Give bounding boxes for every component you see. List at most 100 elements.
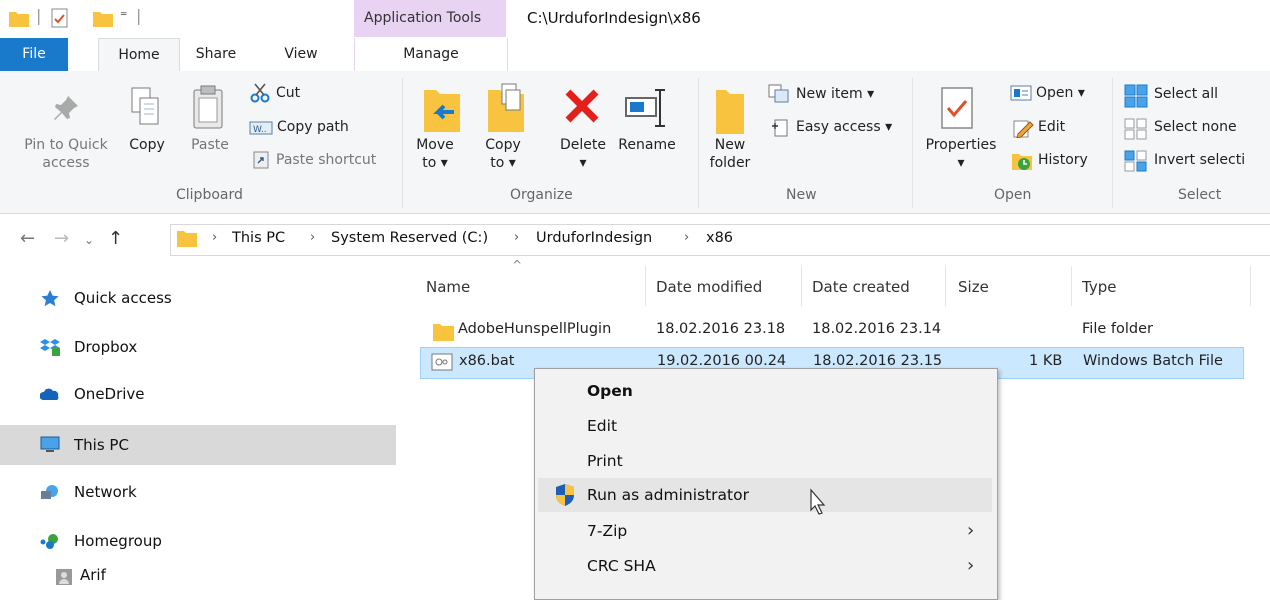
tab-home[interactable]: Home	[98, 38, 180, 73]
properties-button[interactable]: Properties ▾	[918, 136, 1004, 172]
easy-access-button[interactable]: Easy access ▾	[796, 119, 892, 135]
delete-icon	[565, 89, 599, 123]
dropbox-icon	[40, 339, 60, 356]
paste-button[interactable]: Paste	[186, 136, 234, 154]
delete-label: Delete	[560, 137, 606, 153]
delete-dropdown-arrow: ▾	[579, 155, 587, 171]
file-date-modified: 19.02.2016 00.24	[657, 353, 787, 369]
column-header-size[interactable]: Size	[958, 278, 989, 296]
column-header-name[interactable]: Name	[426, 278, 470, 296]
breadcrumb-x86[interactable]: x86	[706, 230, 733, 246]
column-header-date-modified[interactable]: Date modified	[656, 278, 762, 296]
column-header-type[interactable]: Type	[1082, 278, 1116, 296]
column-header-date-created[interactable]: Date created	[812, 278, 910, 296]
pin-label-2: access	[42, 155, 90, 171]
context-menu-run-as-administrator[interactable]: Run as administrator	[538, 478, 992, 512]
history-button[interactable]: History	[1038, 152, 1088, 168]
sidebar-item-homegroup[interactable]: Homegroup	[0, 521, 396, 561]
delete-button[interactable]: Delete ▾	[552, 136, 614, 172]
folder-icon	[177, 231, 197, 247]
up-arrow-icon[interactable]: ↑	[108, 228, 123, 249]
organize-group-label: Organize	[510, 187, 573, 203]
breadcrumb-separator[interactable]: ›	[514, 230, 519, 245]
breadcrumb-separator[interactable]: ›	[212, 230, 217, 245]
forward-arrow-icon[interactable]: →	[54, 228, 69, 249]
file-date-created: 18.02.2016 23.15	[813, 353, 943, 369]
sidebar-item-dropbox[interactable]: Dropbox	[0, 327, 396, 367]
sidebar-item-this-pc[interactable]: This PC	[0, 425, 396, 465]
context-menu-7zip[interactable]: 7-Zip ›	[535, 514, 995, 548]
star-icon	[41, 290, 59, 307]
copy-to-button[interactable]: Copy to ▾	[478, 136, 528, 172]
tab-file[interactable]: File	[0, 38, 68, 71]
sidebar-item-arif[interactable]: Arif	[0, 562, 396, 590]
invert-selection-icon	[1124, 150, 1147, 172]
properties-icon	[941, 87, 973, 129]
move-to-button[interactable]: Move to ▾	[410, 136, 460, 172]
copy-path-button[interactable]: Copy path	[277, 119, 349, 135]
breadcrumb-urduforindesign[interactable]: UrduforIndesign	[536, 230, 652, 246]
invert-selection-button[interactable]: Invert selecti	[1154, 152, 1245, 168]
mouse-cursor-icon	[810, 488, 826, 515]
recent-locations-chevron-icon[interactable]: ⌄	[84, 233, 94, 247]
sidebar-item-label: Dropbox	[74, 338, 138, 356]
new-item-icon	[768, 84, 789, 103]
application-tools-label: Application Tools	[364, 10, 482, 26]
new-item-button[interactable]: New item ▾	[796, 86, 874, 102]
menu-item-label: Open	[587, 382, 633, 400]
breadcrumb-system-reserved[interactable]: System Reserved (C:)	[331, 230, 488, 246]
customize-qa-icon[interactable]: ₌	[120, 4, 127, 20]
clipboard-group-label: Clipboard	[176, 187, 243, 203]
menu-item-label: CRC SHA	[587, 557, 656, 575]
sidebar-item-network[interactable]: Network	[0, 472, 396, 512]
properties-quick-icon[interactable]	[50, 8, 70, 28]
move-to-label-2: to ▾	[422, 155, 448, 171]
new-folder-label-1: New	[714, 137, 746, 153]
sidebar-item-label: This PC	[74, 436, 129, 454]
menu-item-label: 7-Zip	[587, 522, 628, 540]
rename-button[interactable]: Rename	[612, 136, 682, 154]
folder-icon	[433, 324, 454, 341]
breadcrumb-separator[interactable]: ›	[684, 230, 689, 245]
paste-shortcut-button[interactable]: Paste shortcut	[276, 152, 376, 168]
context-menu-print[interactable]: Print	[535, 444, 995, 478]
submenu-arrow-icon: ›	[967, 520, 975, 541]
uac-shield-icon	[556, 484, 574, 506]
breadcrumb-this-pc[interactable]: This PC	[232, 230, 285, 246]
new-folder-label-2: folder	[709, 155, 751, 171]
sidebar-item-label: Arif	[80, 566, 106, 584]
select-all-button[interactable]: Select all	[1154, 86, 1218, 102]
sidebar-item-onedrive[interactable]: OneDrive	[0, 374, 396, 414]
table-row[interactable]: AdobeHunspellPlugin 18.02.2016 23.18 18.…	[420, 316, 1244, 346]
svg-text:W..: W..	[253, 125, 267, 135]
open-button[interactable]: Open ▾	[1036, 85, 1085, 101]
context-menu-crc-sha[interactable]: CRC SHA ›	[535, 549, 995, 583]
open-icon	[1010, 85, 1032, 101]
copy-to-label-1: Copy	[485, 137, 521, 153]
sidebar-item-label: Network	[74, 483, 137, 501]
application-tools-tab: Application Tools	[354, 0, 506, 37]
copy-button[interactable]: Copy	[124, 136, 170, 154]
pin-to-quick-access-button[interactable]: Pin to Quick access	[18, 136, 114, 172]
breadcrumb-separator[interactable]: ›	[310, 230, 315, 245]
cut-icon	[250, 83, 270, 103]
new-folder-icon	[716, 90, 744, 134]
new-folder-button[interactable]: New folder	[700, 136, 760, 172]
new-group-label: New	[786, 187, 817, 203]
edit-button[interactable]: Edit	[1038, 119, 1065, 135]
back-arrow-icon[interactable]: ←	[20, 228, 35, 249]
properties-dropdown-arrow: ▾	[957, 155, 965, 171]
user-avatar-icon	[56, 569, 72, 585]
context-menu-edit[interactable]: Edit	[535, 409, 995, 443]
menu-item-label: Edit	[587, 417, 618, 435]
open-group-label: Open	[994, 187, 1032, 203]
tab-share[interactable]: Share	[190, 38, 242, 71]
sidebar-item-quick-access[interactable]: Quick access	[0, 278, 396, 318]
select-none-button[interactable]: Select none	[1154, 119, 1237, 135]
tab-manage[interactable]: Manage	[354, 38, 508, 71]
context-menu-open[interactable]: Open	[535, 374, 995, 408]
new-folder-quick-icon[interactable]	[92, 8, 114, 28]
cut-button[interactable]: Cut	[276, 85, 300, 101]
tab-view[interactable]: View	[276, 38, 326, 71]
folder-icon	[9, 12, 29, 27]
